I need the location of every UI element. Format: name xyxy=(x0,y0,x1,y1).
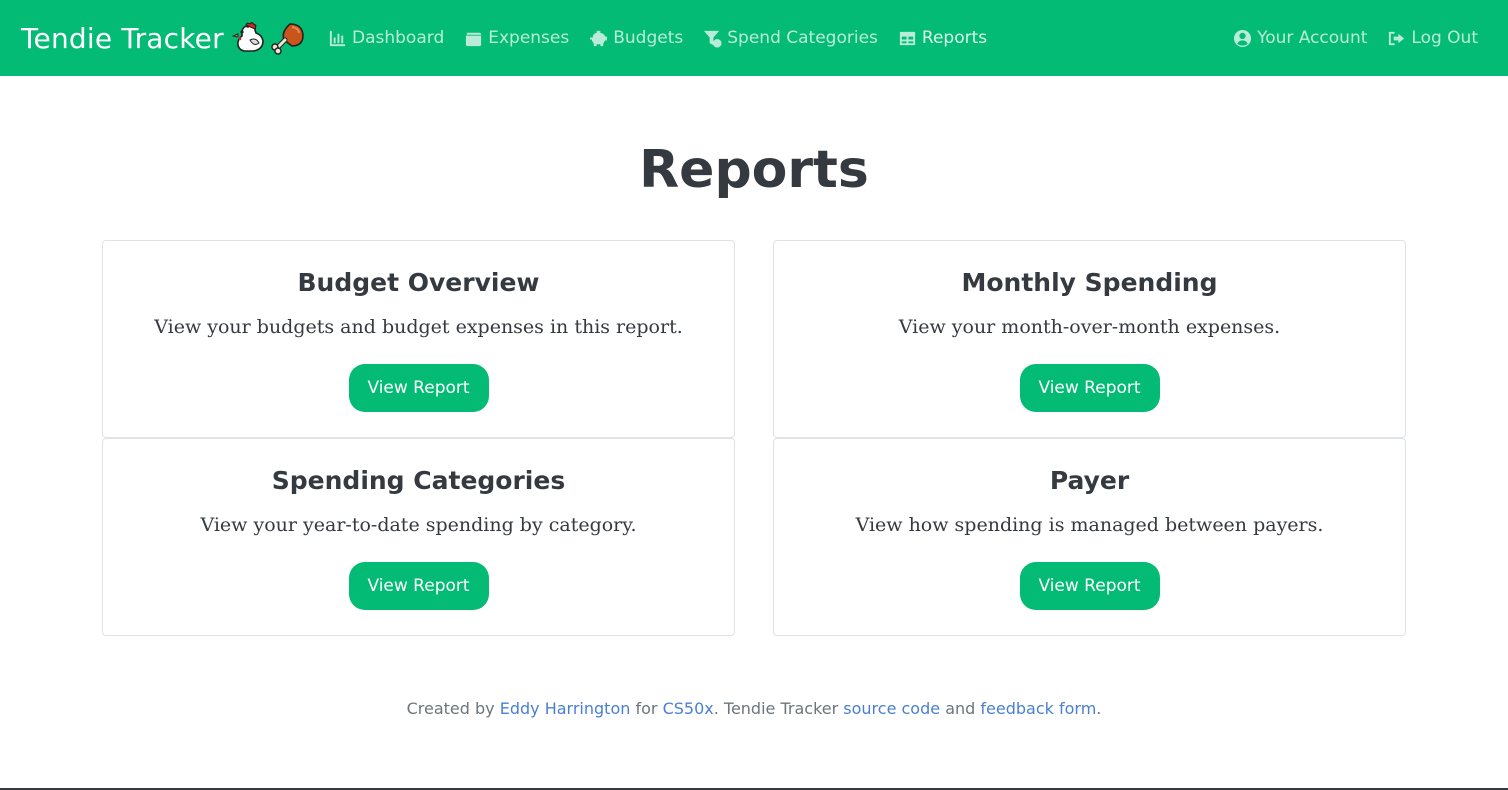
chicken-icon xyxy=(231,22,264,52)
user-circle-icon xyxy=(1234,29,1252,47)
footer-for: for xyxy=(635,699,658,718)
nav-budgets[interactable]: Budgets xyxy=(589,28,683,48)
piggy-bank-icon xyxy=(590,30,608,46)
nav-spend-categories-label: Spend Categories xyxy=(727,28,878,48)
card-title: Monthly Spending xyxy=(961,268,1218,297)
report-card-budget-overview: Budget Overview View your budgets and bu… xyxy=(102,240,735,438)
nav-links: Dashboard Expenses Budgets Spend Categor… xyxy=(328,0,1007,76)
card-description: View your month-over-month expenses. xyxy=(898,316,1281,338)
view-report-button[interactable]: View Report xyxy=(348,364,489,412)
feedback-form-link[interactable]: feedback form xyxy=(980,699,1096,718)
nav-reports-label: Reports xyxy=(921,28,988,48)
bar-chart-icon xyxy=(329,30,346,46)
table-icon xyxy=(899,31,916,45)
footer-and: and xyxy=(945,699,976,718)
view-report-button[interactable]: View Report xyxy=(1019,562,1160,610)
brand-emojis xyxy=(231,20,306,56)
nav-dashboard-label: Dashboard xyxy=(352,28,445,48)
view-report-button[interactable]: View Report xyxy=(1019,364,1160,412)
sign-out-icon xyxy=(1389,31,1405,45)
author-link[interactable]: Eddy Harrington xyxy=(500,699,631,718)
nav-budgets-label: Budgets xyxy=(613,28,684,48)
nav-your-account[interactable]: Your Account xyxy=(1233,28,1367,48)
nav-your-account-label: Your Account xyxy=(1257,28,1368,48)
brand-title: Tendie Tracker xyxy=(21,21,224,55)
drumstick-icon xyxy=(271,23,304,55)
footer: Created by Eddy Harrington for CS50x. Te… xyxy=(0,699,1508,718)
top-navbar: Tendie Tracker Dashboard Expenses Budget… xyxy=(0,0,1508,76)
page-title: Reports xyxy=(639,140,869,200)
card-description: View how spending is managed between pay… xyxy=(855,514,1324,536)
report-card-monthly-spending: Monthly Spending View your month-over-mo… xyxy=(773,240,1406,438)
card-title: Budget Overview xyxy=(297,268,540,297)
footer-mid-text: . Tendie Tracker xyxy=(713,699,839,718)
nav-expenses[interactable]: Expenses xyxy=(464,28,569,48)
footer-end: . xyxy=(1096,699,1102,718)
report-card-payer: Payer View how spending is managed betwe… xyxy=(773,438,1406,636)
nav-reports[interactable]: Reports xyxy=(898,28,987,48)
brand-link[interactable]: Tendie Tracker xyxy=(21,18,306,58)
view-report-button[interactable]: View Report xyxy=(348,562,489,610)
filter-dollar-icon xyxy=(704,30,722,48)
card-title: Payer xyxy=(1049,466,1130,495)
footer-created-by: Created by xyxy=(406,699,495,718)
card-description: View your year-to-date spending by categ… xyxy=(200,514,637,536)
nav-right: Your Account Log Out xyxy=(1213,0,1478,76)
nav-log-out-label: Log Out xyxy=(1411,28,1478,48)
nav-log-out[interactable]: Log Out xyxy=(1387,28,1478,48)
source-code-link[interactable]: source code xyxy=(843,699,940,718)
cs50x-link[interactable]: CS50x xyxy=(663,699,714,718)
wallet-icon xyxy=(466,32,482,46)
nav-dashboard[interactable]: Dashboard xyxy=(328,28,444,48)
nav-expenses-label: Expenses xyxy=(488,28,570,48)
nav-spend-categories[interactable]: Spend Categories xyxy=(703,28,878,48)
report-card-spending-categories: Spending Categories View your year-to-da… xyxy=(102,438,735,636)
card-title: Spending Categories xyxy=(271,466,566,495)
card-description: View your budgets and budget expenses in… xyxy=(154,316,683,338)
